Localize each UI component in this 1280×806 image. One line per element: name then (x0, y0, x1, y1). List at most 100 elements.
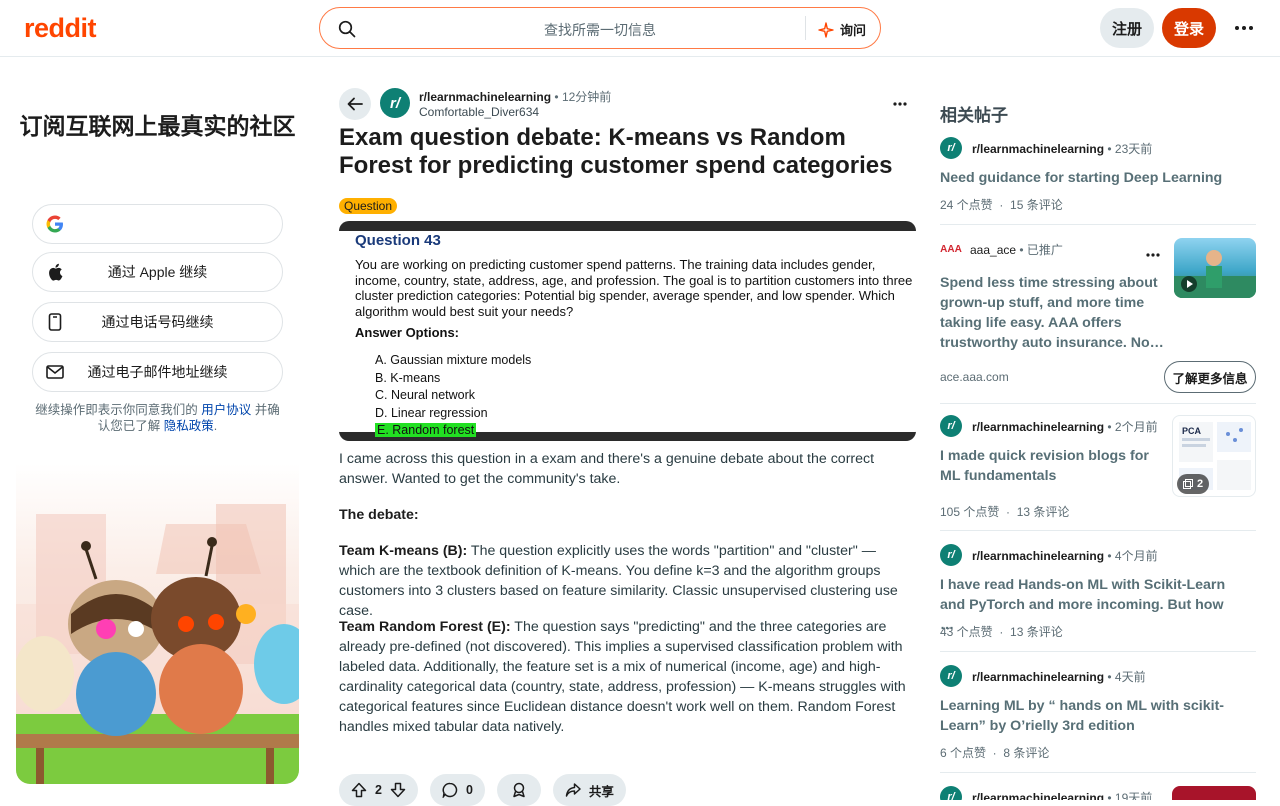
award-button[interactable] (496, 774, 541, 806)
exam-option: D. Linear regression (375, 406, 488, 420)
post-time: • 12分钟前 (554, 90, 612, 104)
arrow-left-icon (347, 97, 363, 111)
subreddit-avatar[interactable]: r/ (380, 88, 410, 118)
sparkle-icon (818, 21, 834, 38)
upvote-icon[interactable] (351, 782, 367, 798)
vote-count: 2 (375, 783, 382, 797)
divider (940, 772, 1256, 773)
google-icon (45, 214, 65, 234)
related-post[interactable]: r/ r/learnmachinelearning • 23天前 Need gu… (940, 137, 1256, 217)
phone-icon (45, 312, 65, 332)
signup-card: 订阅互联网上最真实的社区 通过 Apple 继续 通过电话号码继续 通过电子邮件… (16, 72, 299, 784)
promoted-post-author: aaa_ace • 已推广 (970, 243, 1063, 257)
gallery-icon (1183, 479, 1193, 489)
vote-pill: 2 (339, 774, 418, 806)
exam-question-text: You are working on predicting customer s… (355, 257, 913, 319)
search-bar[interactable]: 查找所需一切信息 询问 (319, 7, 881, 49)
exam-option-highlighted: E. Random forest (375, 423, 477, 437)
related-post-subreddit: r/learnmachinelearning • 2个月前 (972, 420, 1158, 434)
share-button[interactable]: 共享 (552, 774, 626, 806)
signup-button[interactable]: 注册 (1100, 8, 1154, 48)
post-image[interactable]: Question 43 You are working on predictin… (339, 221, 916, 441)
apple-signin-button[interactable]: 通过 Apple 继续 (32, 252, 283, 292)
promoted-post-title[interactable]: Spend less time stressing about grown-up… (940, 273, 1164, 353)
ad-video-thumbnail[interactable] (1174, 238, 1256, 298)
post-paragraph: Team K-means (B): The question explicitl… (339, 541, 914, 621)
terms-link[interactable]: 用户协议 (201, 403, 251, 417)
email-signin-button[interactable]: 通过电子邮件地址继续 (32, 352, 283, 392)
promoted-post-domain[interactable]: ace.aaa.com (940, 370, 1009, 384)
related-post-stats: 105 个点赞 · 13 条评论 (940, 505, 1070, 519)
post-paragraph: The debate: (339, 505, 914, 525)
comments-button[interactable]: 0 (429, 774, 485, 806)
share-label: 共享 (588, 784, 614, 799)
google-signin-button[interactable] (32, 204, 283, 244)
related-post[interactable]: r/ r/learnmachinelearning • 4天前 Learning… (940, 665, 1256, 765)
exam-option: A. Gaussian mixture models (375, 353, 532, 367)
related-post-title[interactable]: Need guidance for starting Deep Learning (940, 168, 1256, 188)
email-label: 通过电子邮件地址继续 (87, 364, 228, 380)
phone-signin-button[interactable]: 通过电话号码继续 (32, 302, 283, 342)
ad-more-icon[interactable] (1146, 244, 1160, 262)
related-post-stats: 6 个点赞 · 8 条评论 (940, 746, 1050, 760)
team-kmeans-label: Team K-means (B): (339, 543, 468, 559)
mail-icon (45, 362, 65, 382)
snoo-illustration (16, 504, 299, 784)
more-options-icon[interactable] (1230, 16, 1258, 40)
post-flair[interactable]: Question (339, 198, 398, 214)
subreddit-avatar[interactable]: r/ (940, 415, 962, 437)
related-post[interactable]: r/ r/learnmachinelearning • 4个月前 I have … (940, 544, 1256, 644)
related-post-title[interactable]: I made quick revision blogs for ML funda… (940, 446, 1160, 486)
related-post-subreddit: r/learnmachinelearning • 4天前 (972, 670, 1146, 684)
subreddit-avatar[interactable]: r/ (940, 137, 962, 159)
aaa-logo: AAA (940, 238, 962, 260)
related-posts-title: 相关帖子 (940, 106, 1008, 125)
related-post-subreddit: r/learnmachinelearning • 23天前 (972, 142, 1153, 156)
subreddit-avatar[interactable]: r/ (940, 786, 962, 800)
reddit-logo[interactable]: reddit (24, 13, 97, 44)
subreddit-avatar[interactable]: r/ (940, 544, 962, 566)
login-button[interactable]: 登录 (1162, 8, 1216, 48)
ask-label: 询问 (840, 23, 867, 38)
signup-title: 订阅互联网上最真实的社区 (19, 113, 296, 139)
exam-option: C. Neural network (375, 388, 476, 402)
comment-count: 0 (465, 783, 473, 797)
exam-option: B. K-means (375, 371, 441, 385)
back-button[interactable] (339, 88, 371, 120)
post-thumbnail[interactable] (1172, 786, 1256, 800)
downvote-icon[interactable] (390, 782, 406, 798)
privacy-link[interactable]: 隐私政策 (164, 419, 214, 433)
related-post[interactable]: r/ r/learnmachinelearning • 2个月前 I made … (940, 415, 1256, 521)
comment-icon (442, 782, 458, 798)
search-divider (805, 16, 806, 40)
subreddit-avatar[interactable]: r/ (940, 665, 962, 687)
promoted-post[interactable]: AAA aaa_ace • 已推广 Spend less time stress… (940, 238, 1256, 398)
debate-heading: The debate: (339, 507, 419, 523)
legal-notice: 继续操作即表示你同意我们的 用户协议 并确认您已了解 隐私政策. (32, 402, 283, 434)
related-post-title[interactable]: Learning ML by “ hands on ML with scikit… (940, 696, 1240, 736)
ask-button[interactable]: 询问 (818, 20, 866, 39)
search-input[interactable]: 查找所需一切信息 (320, 20, 880, 40)
exam-question-sheet: Question 43 You are working on predictin… (339, 231, 916, 437)
related-post-stats: 43 个点赞 · 13 条评论 (940, 625, 1063, 639)
post-subreddit-name[interactable]: r/learnmachinelearning (419, 90, 551, 104)
post-author[interactable]: Comfortable_Diver634 (419, 105, 539, 119)
exam-question-heading: Question 43 (355, 232, 441, 249)
post-actions: 2 0 共享 (339, 774, 626, 806)
post-title: Exam question debate: K-means vs Random … (339, 124, 893, 179)
team-rf-text: The question says "predicting" and the t… (339, 619, 906, 735)
post-subreddit[interactable]: r/learnmachinelearning • 12分钟前 (419, 88, 611, 105)
related-post[interactable]: r/ r/learnmachinelearning • 19天前 (940, 786, 1256, 800)
gallery-count-badge: 2 (1177, 474, 1210, 494)
legal-prefix: 继续操作即表示你同意我们的 (35, 403, 198, 417)
post-paragraph: Team Random Forest (E): The question say… (339, 617, 914, 737)
gallery-thumbnail[interactable]: PCA 2 (1172, 415, 1256, 497)
learn-more-button[interactable]: 了解更多信息 (1164, 361, 1256, 393)
legal-end: . (213, 419, 218, 433)
award-icon (513, 782, 525, 798)
post-more-icon[interactable] (888, 92, 912, 116)
divider (940, 651, 1256, 652)
team-rf-label: Team Random Forest (E): (339, 619, 511, 635)
divider (940, 224, 1256, 225)
svg-text:PCA: PCA (1182, 426, 1202, 436)
